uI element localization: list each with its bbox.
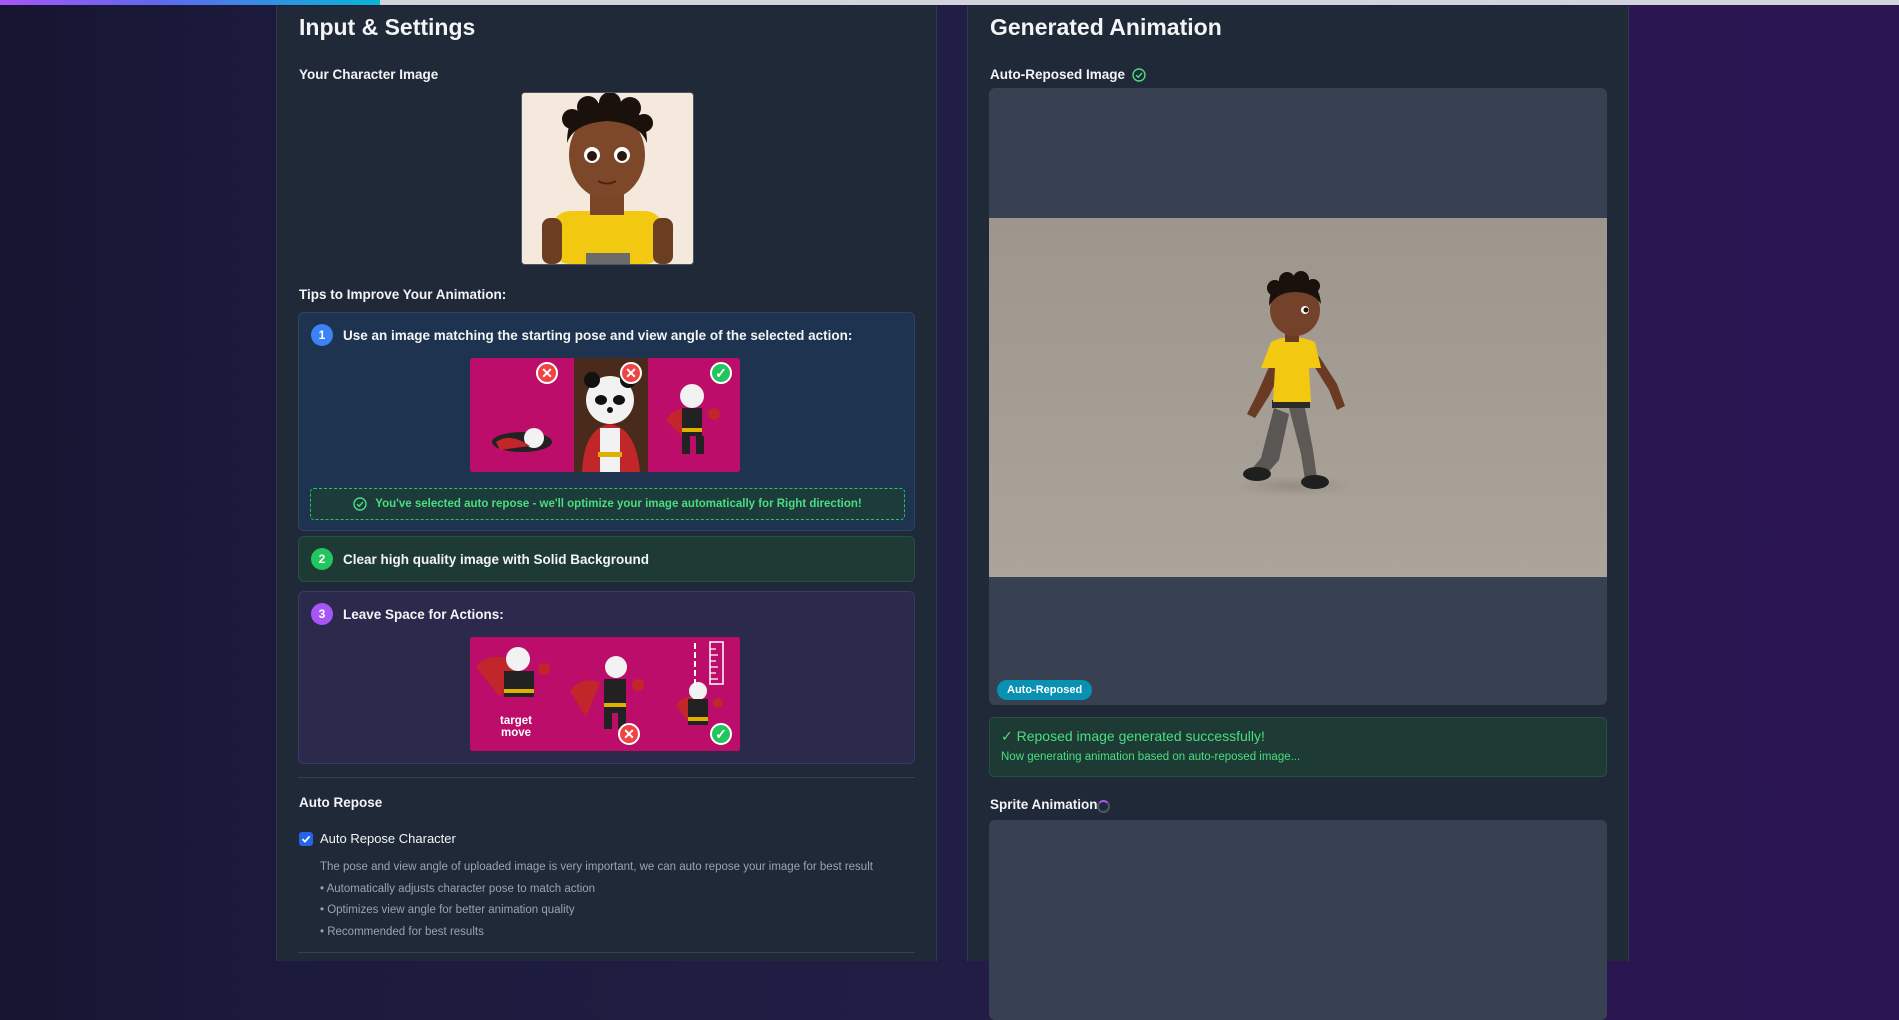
auto-repose-description: The pose and view angle of uploaded imag…	[320, 861, 873, 873]
auto-repose-bullet-1: • Automatically adjusts character pose t…	[320, 883, 596, 895]
action-space-example-image: target move ✕ ✓	[470, 637, 740, 751]
check-circle-icon	[353, 497, 367, 511]
x-mark-icon: ✕	[618, 723, 640, 745]
tip-number-1: 1	[311, 324, 333, 346]
auto-repose-bullet-3: • Recommended for best results	[320, 926, 484, 938]
tip-text-3: Leave Space for Actions:	[343, 607, 504, 622]
tips-heading: Tips to Improve Your Animation:	[299, 287, 507, 302]
success-title: ✓ Reposed image generated successfully!	[1001, 728, 1265, 744]
auto-repose-checkbox-label[interactable]: Auto Repose Character	[320, 831, 456, 846]
auto-repose-notice-text: You've selected auto repose - we'll opti…	[375, 498, 862, 510]
character-image-thumbnail[interactable]	[521, 92, 694, 265]
auto-repose-heading: Auto Repose	[299, 795, 383, 810]
tip3-caption: target move	[500, 715, 532, 739]
page-progress-track	[0, 0, 1899, 5]
page-progress-fill	[0, 0, 380, 5]
tip-text-1: Use an image matching the starting pose …	[343, 328, 853, 343]
pose-example-image: ✕ ✕ ✓	[470, 358, 740, 472]
reposed-character-image	[989, 218, 1607, 577]
tip-number-3: 3	[311, 603, 333, 625]
reposed-image-label-row: Auto-Reposed Image	[990, 67, 1146, 82]
sprite-animation-preview	[989, 820, 1607, 1020]
auto-reposed-badge: Auto-Reposed	[997, 680, 1093, 700]
check-mark-icon: ✓	[710, 362, 732, 384]
sprite-animation-label: Sprite Animation	[990, 797, 1098, 812]
input-settings-panel: Input & Settings Your Character Image Ti…	[276, 6, 937, 961]
x-mark-icon: ✕	[536, 362, 558, 384]
auto-repose-bullet-2: • Optimizes view angle for better animat…	[320, 904, 575, 916]
height-arrow	[694, 643, 702, 685]
character-image-label: Your Character Image	[299, 67, 439, 82]
auto-repose-notice: You've selected auto repose - we'll opti…	[310, 488, 905, 520]
tip-card-1: 1 Use an image matching the starting pos…	[298, 312, 915, 531]
reposed-image-label: Auto-Reposed Image	[990, 67, 1126, 82]
ruler-icon	[706, 641, 724, 685]
reposed-image-preview[interactable]: Auto-Reposed	[989, 88, 1607, 705]
spinner-icon	[1097, 800, 1110, 813]
success-subtitle: Now generating animation based on auto-r…	[1001, 751, 1301, 763]
tip-card-2: 2 Clear high quality image with Solid Ba…	[298, 536, 915, 582]
tip-text-2: Clear high quality image with Solid Back…	[343, 552, 650, 567]
section-divider	[298, 777, 915, 778]
check-mark-icon: ✓	[710, 723, 732, 745]
success-message-box: ✓ Reposed image generated successfully! …	[989, 717, 1607, 777]
tip-number-2: 2	[311, 548, 333, 570]
panel-title-input-settings: Input & Settings	[299, 14, 476, 40]
panel-title-generated-animation: Generated Animation	[990, 14, 1222, 40]
auto-repose-checkbox[interactable]	[299, 832, 313, 846]
check-circle-icon	[1132, 67, 1146, 82]
section-divider	[298, 952, 915, 953]
tip-card-3: 3 Leave Space for Actions: target move ✕…	[298, 591, 915, 764]
x-mark-icon: ✕	[620, 362, 642, 384]
generated-animation-panel: Generated Animation Auto-Reposed Image A…	[967, 6, 1629, 1020]
